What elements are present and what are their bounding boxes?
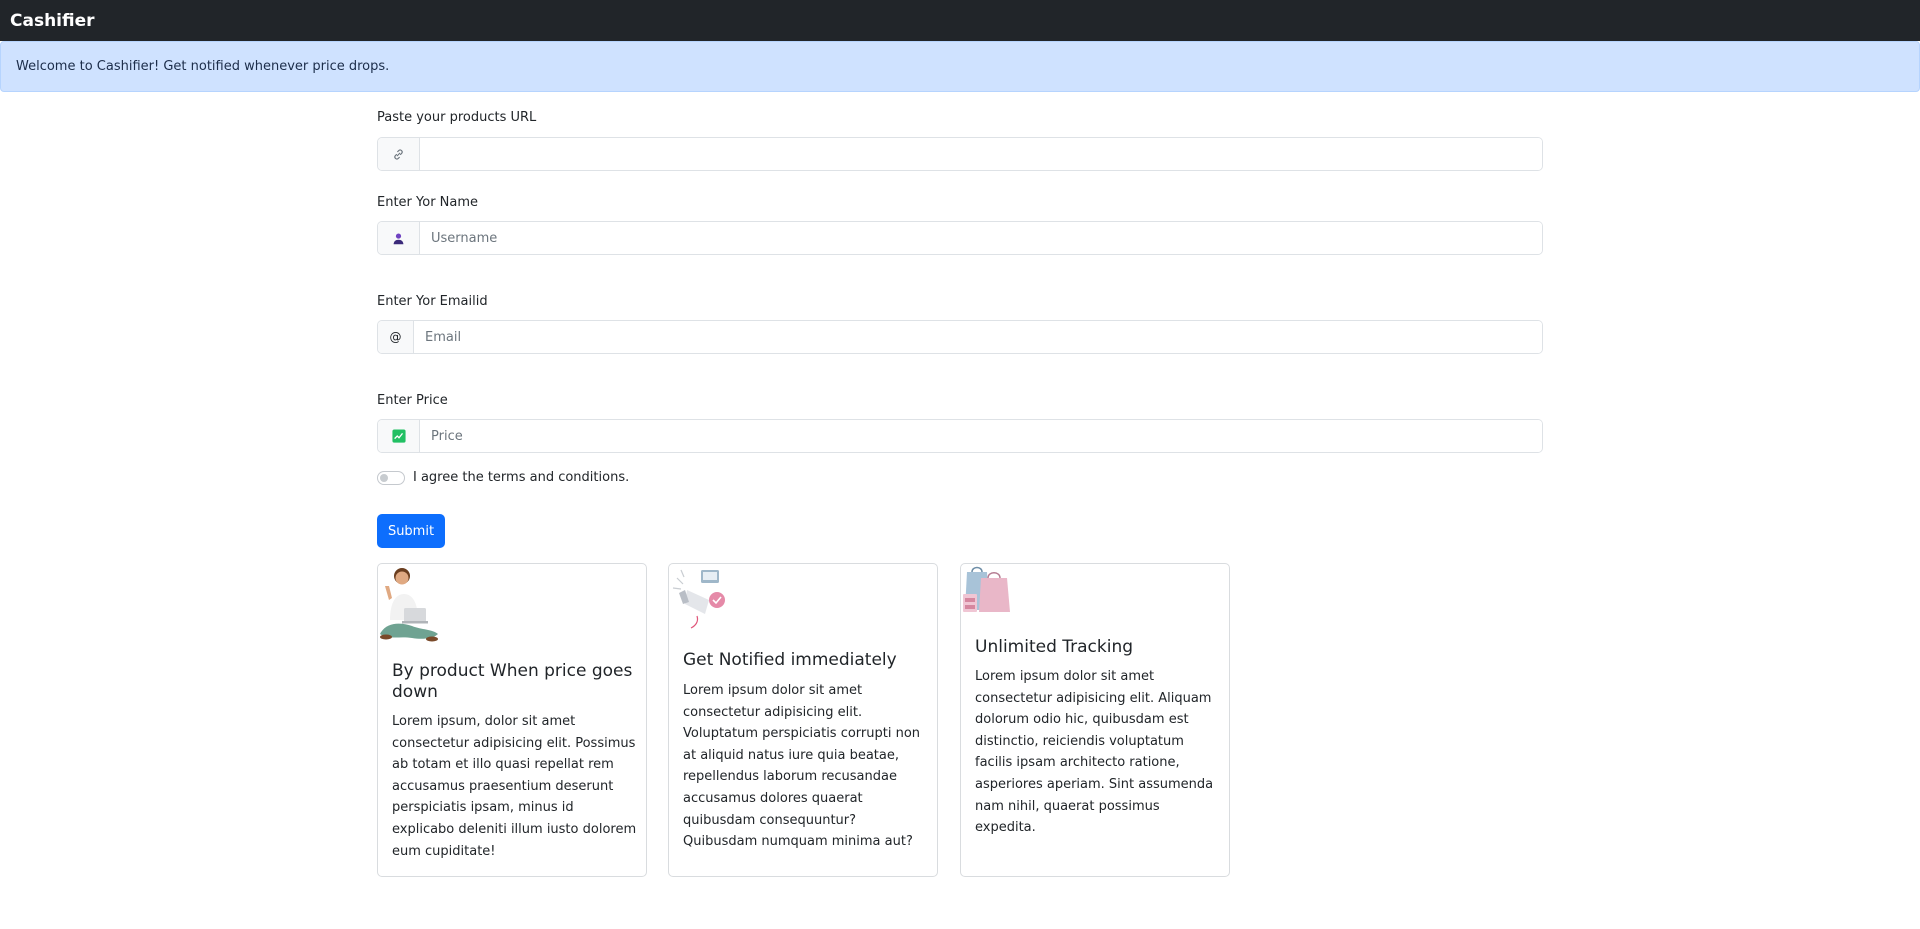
at-sign-icon: @ <box>378 321 414 353</box>
price-input[interactable] <box>420 420 1542 452</box>
brand-logo[interactable]: Cashifier <box>10 11 95 31</box>
card-buy-when-price-drops: By product When price goes down Lorem ip… <box>377 563 647 877</box>
navbar: Cashifier <box>0 0 1920 41</box>
card-title: Unlimited Tracking <box>975 637 1134 657</box>
submit-button[interactable]: Submit <box>377 514 445 548</box>
email-input-group: @ <box>377 320 1543 354</box>
url-input-group <box>377 137 1543 171</box>
person-with-laptop-illustration <box>380 568 438 642</box>
username-input[interactable] <box>420 222 1542 254</box>
alert-message: Welcome to Cashifier! Get notified whene… <box>16 59 390 74</box>
card-text: Lorem ipsum dolor sit amet consectetur a… <box>683 683 921 850</box>
card-title: Get Notified immediately <box>683 650 897 670</box>
shopping-bags-illustration <box>963 566 1010 612</box>
url-label: Paste your products URL <box>377 110 537 125</box>
welcome-alert: Welcome to Cashifier! Get notified whene… <box>0 41 1920 92</box>
megaphone-illustration <box>672 569 725 629</box>
card-text: Lorem ipsum dolor sit amet consectetur a… <box>975 669 1214 836</box>
card-title: By product When price goes down <box>392 661 633 702</box>
price-input-group <box>377 419 1543 453</box>
card-unlimited-tracking: Unlimited Tracking Lorem ipsum dolor sit… <box>960 563 1230 877</box>
name-input-group <box>377 221 1543 255</box>
url-input[interactable] <box>420 138 1542 170</box>
terms-label: I agree the terms and conditions. <box>413 470 630 485</box>
card-text: Lorem ipsum, dolor sit amet consectetur … <box>392 714 637 859</box>
email-label: Enter Yor Emailid <box>377 294 488 309</box>
price-chart-icon <box>378 420 420 452</box>
terms-row: I agree the terms and conditions. <box>377 470 629 485</box>
card-get-notified: Get Notified immediately Lorem ipsum dol… <box>668 563 938 877</box>
link-icon <box>378 138 420 170</box>
terms-toggle[interactable] <box>377 470 405 485</box>
user-icon <box>378 222 420 254</box>
price-label: Enter Price <box>377 393 448 408</box>
name-label: Enter Yor Name <box>377 195 479 210</box>
email-input[interactable] <box>414 321 1542 353</box>
